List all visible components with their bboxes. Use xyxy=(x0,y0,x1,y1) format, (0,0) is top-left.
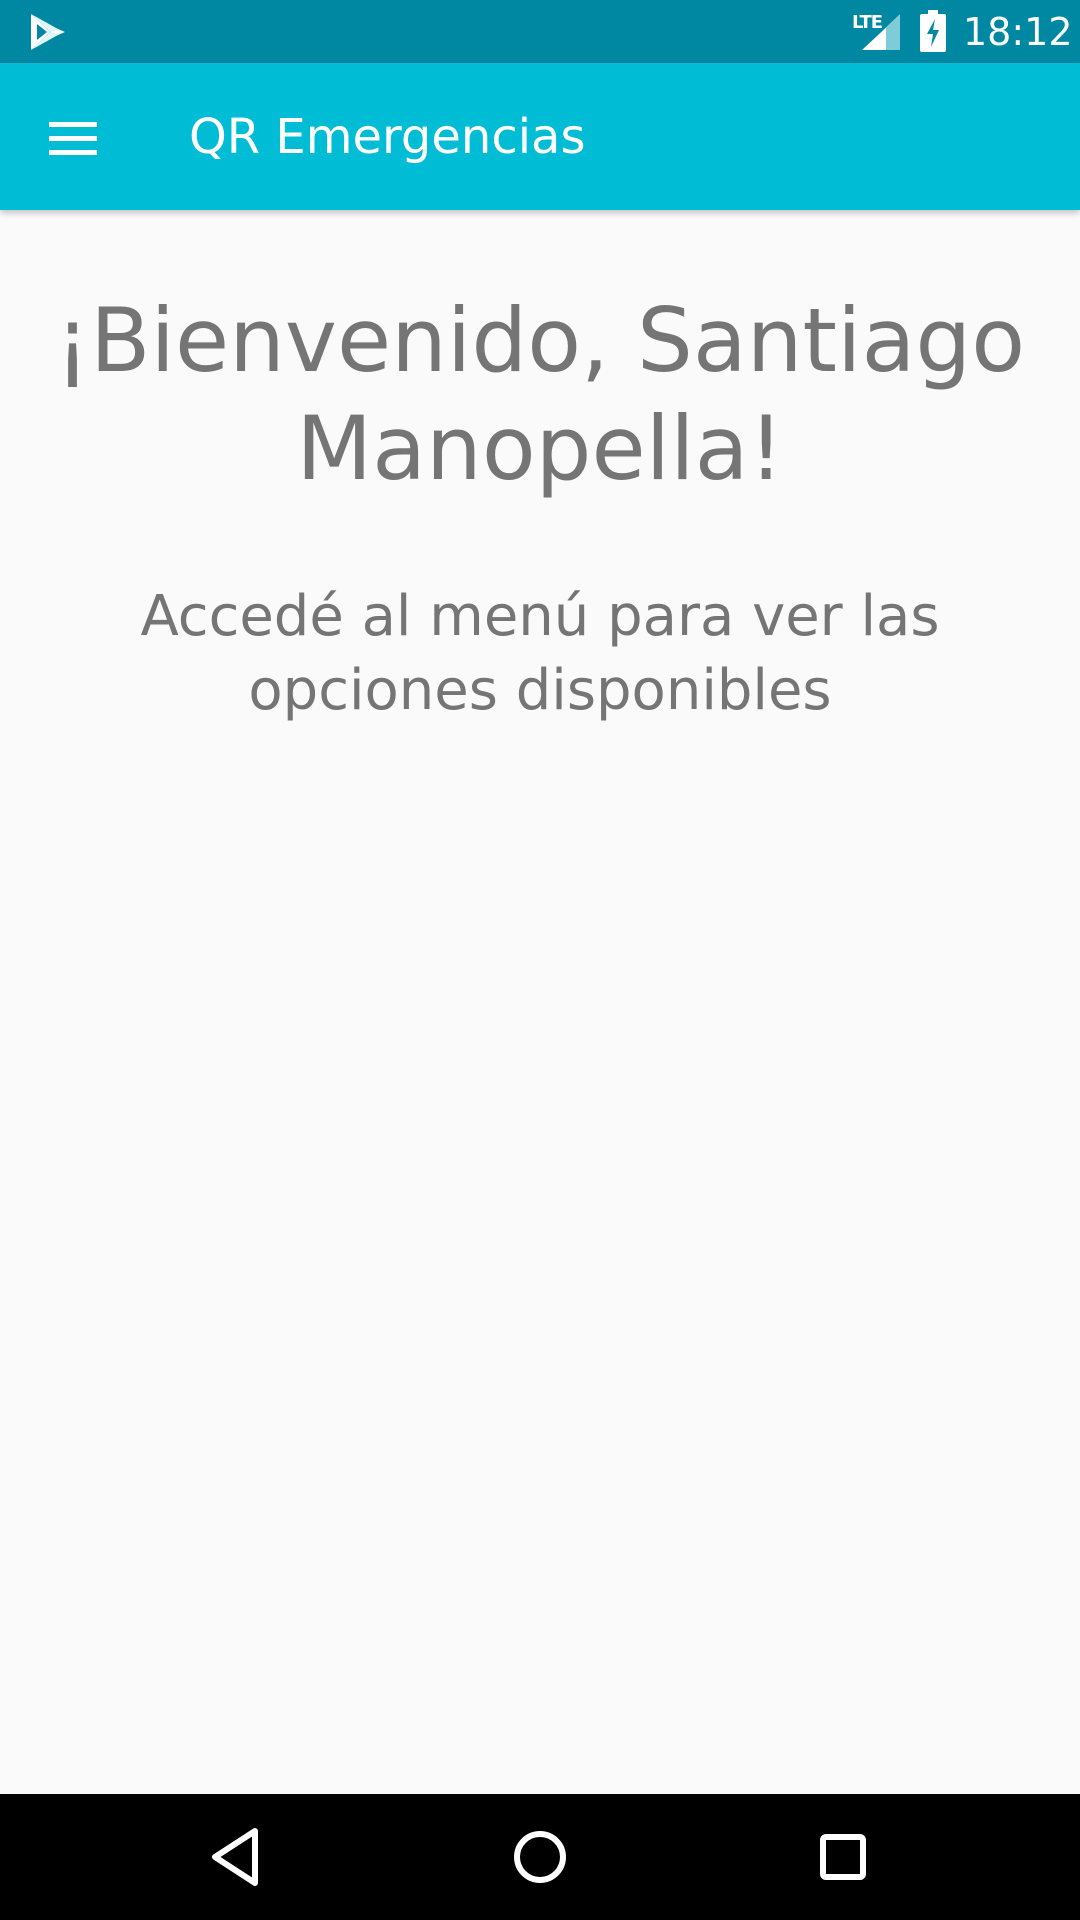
welcome-heading: ¡Bienvenido, Santiago Manopella! xyxy=(54,289,1026,500)
battery-charging-icon xyxy=(920,10,946,52)
back-icon[interactable] xyxy=(197,1817,277,1897)
app-title: QR Emergencias xyxy=(189,109,586,165)
app-screen: LTE 18:12 QR Emergencias ¡Bienvenido, Sa… xyxy=(0,0,1080,1920)
play-store-icon xyxy=(31,14,65,50)
hamburger-menu-icon[interactable] xyxy=(36,102,108,174)
clock-time: 18:12 xyxy=(963,10,1073,54)
lte-signal-icon xyxy=(862,14,900,50)
home-icon[interactable] xyxy=(500,1817,580,1897)
status-bar: LTE 18:12 xyxy=(0,0,1080,63)
app-toolbar: QR Emergencias xyxy=(0,63,1080,210)
welcome-subtitle: Accedé al menú para ver las opciones dis… xyxy=(140,584,940,723)
recents-icon[interactable] xyxy=(803,1817,883,1897)
system-nav-bar xyxy=(0,1794,1080,1920)
main-content: ¡Bienvenido, Santiago Manopella! Accedé … xyxy=(0,210,1080,1794)
